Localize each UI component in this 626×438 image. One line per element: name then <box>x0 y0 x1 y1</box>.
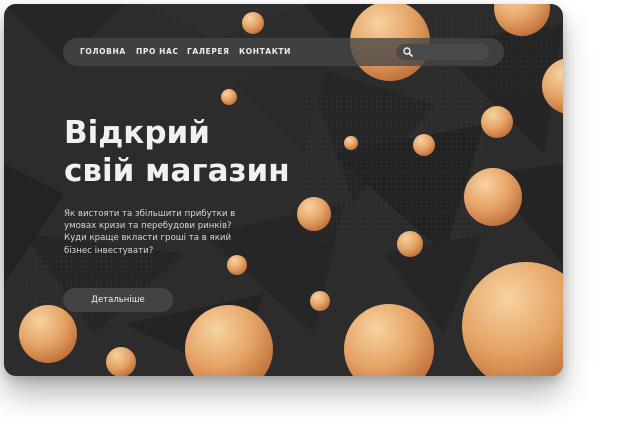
sphere <box>19 305 77 363</box>
description-line: бізнес інвестувати? <box>64 245 154 256</box>
sphere <box>242 12 264 34</box>
nav-link-contacts[interactable]: КОНТАКТИ <box>239 38 291 66</box>
sphere <box>297 197 331 231</box>
sphere <box>397 231 423 257</box>
title-line: свій магазин <box>64 153 290 189</box>
sphere <box>481 106 513 138</box>
description-line: Куди краще вкласти гроші та в який <box>64 233 232 244</box>
page-title: Відкрий свій магазин <box>64 114 290 190</box>
sphere <box>344 136 358 150</box>
sphere <box>310 291 330 311</box>
sphere <box>413 134 435 156</box>
sphere <box>106 347 136 376</box>
sphere <box>221 89 237 105</box>
nav-link-home[interactable]: ГОЛОВНА <box>80 38 126 66</box>
hero-card: ГОЛОВНА ПРО НАС ГАЛЕРЕЯ КОНТАКТИ Відкрий… <box>4 4 563 376</box>
details-button[interactable]: Детальніше <box>63 288 173 312</box>
search-input[interactable] <box>396 44 489 60</box>
hero-description: Як вистояти та збільшити прибутки в умов… <box>64 208 235 257</box>
sphere <box>344 304 434 376</box>
sphere <box>462 262 563 376</box>
sphere <box>464 168 522 226</box>
nav-link-gallery[interactable]: ГАЛЕРЕЯ <box>187 38 230 66</box>
description-line: Як вистояти та збільшити прибутки в <box>64 209 236 219</box>
top-navigation: ГОЛОВНА ПРО НАС ГАЛЕРЕЯ КОНТАКТИ <box>63 38 504 66</box>
nav-link-about[interactable]: ПРО НАС <box>136 38 179 66</box>
title-line: Відкрий <box>64 115 210 151</box>
sphere <box>227 255 247 275</box>
description-line: умовах кризи та перебудови ринків? <box>64 221 232 232</box>
search-icon[interactable] <box>402 46 414 58</box>
